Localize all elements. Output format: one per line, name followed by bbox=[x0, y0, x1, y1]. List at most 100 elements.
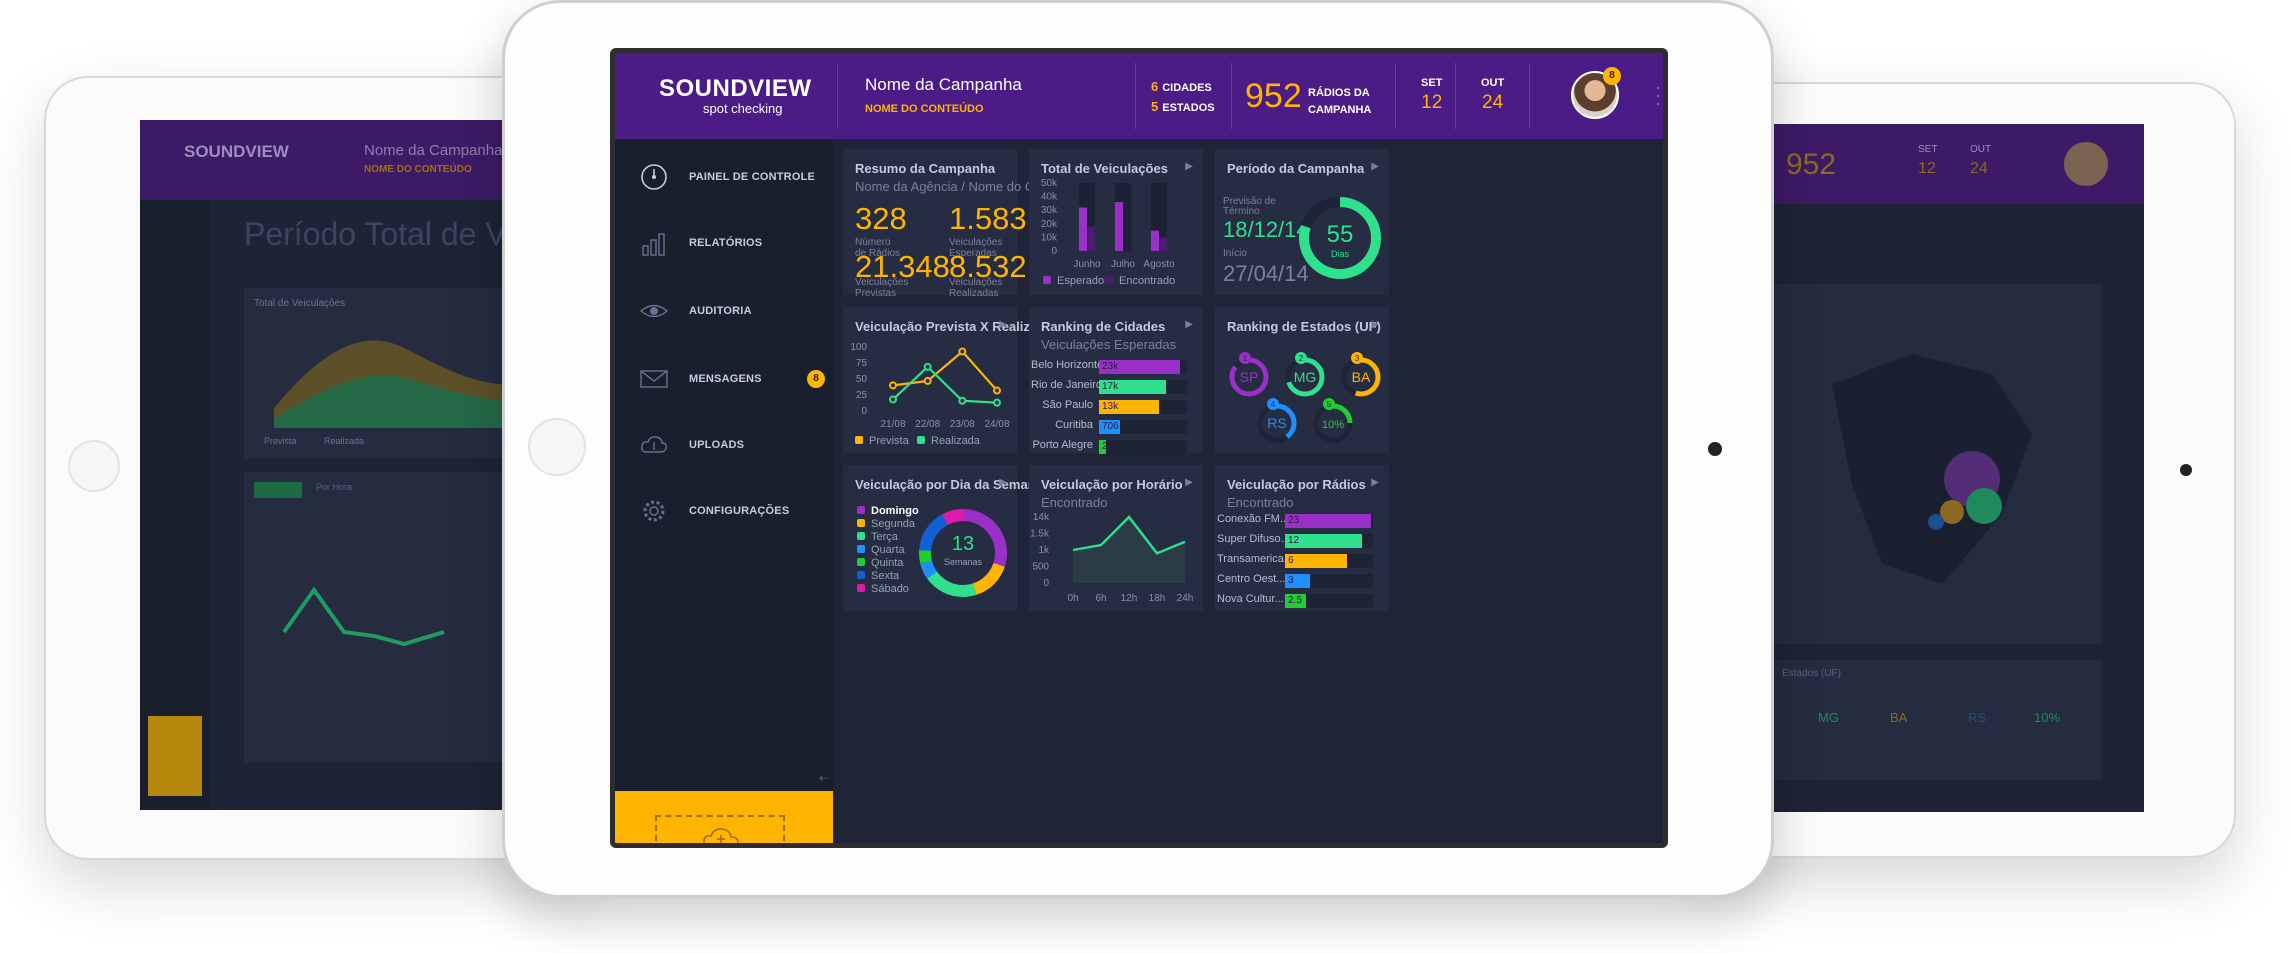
more-menu-icon[interactable]: · · · bbox=[1655, 78, 1661, 112]
month-end[interactable]: OUT 24 bbox=[1481, 77, 1504, 114]
legend-swatch bbox=[857, 519, 865, 527]
background-screen-right: 952 SET 12 OUT 24 Estados (UF) MG BA RS … bbox=[1772, 124, 2144, 812]
y-tick-label: 20k bbox=[1041, 219, 1058, 230]
bar-row[interactable]: Transamerica... 6 bbox=[1215, 553, 1389, 569]
start-date-label: Início bbox=[1223, 248, 1247, 259]
sidebar-item-uploads[interactable]: UPLOADS bbox=[639, 425, 829, 465]
panel-expand-icon[interactable]: ▶ bbox=[1371, 161, 1379, 172]
x-tick-label: 21/08 bbox=[880, 419, 905, 430]
bg-right-state-1: MG bbox=[1818, 710, 1839, 725]
envelope-icon bbox=[640, 370, 668, 388]
sidebar-item-configuracoes[interactable]: CONFIGURAÇÕES bbox=[639, 491, 829, 531]
y-tick-label: 30k bbox=[1041, 205, 1058, 216]
cloud-upload-icon bbox=[641, 436, 667, 453]
weekday-legend-item: Sábado bbox=[857, 583, 909, 595]
bar-track: 3 bbox=[1285, 574, 1373, 588]
bar-value: 24 bbox=[1102, 441, 1114, 452]
radios-label-line-2: CAMPANHA bbox=[1308, 104, 1372, 116]
y-tick-label: 0 bbox=[1051, 246, 1057, 257]
panel-subtitle: Veiculações Esperadas bbox=[1041, 337, 1177, 352]
bar-row[interactable]: Super Difuso... 12 bbox=[1215, 533, 1389, 549]
weeks-label: Semanas bbox=[943, 557, 983, 567]
y-tick-label: 1k bbox=[1038, 545, 1050, 556]
legend-esperado: Esperado bbox=[1043, 275, 1104, 287]
month-end-label: OUT bbox=[1481, 77, 1505, 89]
bg-right-month-1: SET bbox=[1918, 144, 1938, 155]
panel-title: Veiculação por Dia da Semana bbox=[855, 477, 1043, 492]
panel-resumo-labels: Veiculações Previstas Veiculações Realizad… bbox=[843, 277, 1017, 299]
notification-badge[interactable]: 8 bbox=[1603, 67, 1621, 85]
weekday-label: Domingo bbox=[871, 505, 919, 517]
kpi-label-line: Previstas bbox=[855, 288, 897, 299]
bar-row[interactable]: Rio de Janeiro 17k bbox=[1029, 379, 1203, 395]
panel-expand-icon[interactable]: ▶ bbox=[1371, 477, 1379, 488]
sidebar-item-painel[interactable]: PAINEL DE CONTROLE bbox=[639, 157, 829, 197]
sidebar-item-mensagens[interactable]: MENSAGENS 8 bbox=[639, 359, 829, 399]
collapse-sidebar-icon[interactable]: ⇠ bbox=[819, 771, 829, 785]
end-date-label-line: Término bbox=[1223, 206, 1260, 217]
data-point bbox=[993, 386, 1001, 395]
bg-left-heading: Período Total de V bbox=[244, 216, 507, 252]
bar-fill bbox=[1285, 554, 1347, 568]
panel-title: Período da Campanha bbox=[1227, 161, 1365, 176]
days-label: Dias bbox=[1330, 249, 1349, 259]
camera-main bbox=[1708, 442, 1722, 456]
panel-horario: Veiculação por Horário Encontrado ▶ 0 500… bbox=[1029, 465, 1203, 611]
y-tick-label: 10k bbox=[1041, 232, 1058, 243]
content-name[interactable]: NOME DO CONTEÚDO bbox=[865, 103, 984, 115]
x-tick-label: 0h bbox=[1067, 593, 1078, 604]
x-tick-label: Julho bbox=[1111, 259, 1135, 270]
bar-label: Nova Cultur... bbox=[1217, 593, 1284, 605]
legend-swatch bbox=[855, 436, 863, 444]
bar-row[interactable]: Nova Cultur... 2.5 bbox=[1215, 593, 1389, 609]
brand-logo[interactable]: SOUNDVIEW spot checking bbox=[659, 75, 812, 116]
campaign-name[interactable]: Nome da Campanha bbox=[865, 75, 1022, 95]
bg-right-states-title: Estados (UF) bbox=[1782, 668, 1841, 679]
bar-row[interactable]: São Paulo 13k bbox=[1029, 399, 1203, 415]
panel-expand-icon[interactable]: ▶ bbox=[999, 477, 1007, 488]
data-point bbox=[923, 362, 932, 371]
bg-right-radios: 952 bbox=[1786, 148, 1837, 181]
bg-left-sub: NOME DO CONTEÚDO bbox=[364, 164, 472, 175]
panel-expand-icon[interactable]: ▶ bbox=[1185, 319, 1193, 330]
data-point bbox=[889, 395, 897, 404]
bar-row[interactable]: Centro Oest... 3 bbox=[1215, 573, 1389, 589]
bar-row[interactable]: Conexão FM... 23 bbox=[1215, 513, 1389, 529]
state-label: SP bbox=[1240, 369, 1259, 385]
month-end-day: 24 bbox=[1482, 92, 1504, 113]
sidebar-item-label: CONFIGURAÇÕES bbox=[689, 505, 790, 517]
panel-dia-semana: Veiculação por Dia da Semana ▶ Domingo Se… bbox=[843, 465, 1043, 611]
cities-stat: 6 CIDADES bbox=[1151, 79, 1212, 94]
bar-value: 6 bbox=[1288, 555, 1294, 566]
sidebar-item-auditoria[interactable]: AUDITORIA bbox=[639, 291, 829, 331]
state-rank: 5 bbox=[1327, 400, 1332, 409]
legend-swatch bbox=[857, 545, 865, 553]
weekday-legend-item: Domingo bbox=[857, 505, 919, 517]
bar-row[interactable]: Porto Alegre 24 bbox=[1029, 439, 1203, 455]
kpi-label-line: Veiculações bbox=[855, 277, 909, 288]
sidebar-item-relatorios[interactable]: RELATÓRIOS bbox=[639, 223, 829, 263]
bar-track: 6 bbox=[1285, 554, 1373, 568]
legend-label: Encontrado bbox=[1119, 275, 1176, 287]
sidebar-item-label: MENSAGENS bbox=[689, 373, 762, 385]
state-rank: 1 bbox=[1243, 354, 1248, 363]
panel-title: Resumo da Campanha bbox=[855, 161, 996, 176]
home-button-main[interactable] bbox=[528, 418, 586, 476]
bar-row[interactable]: Belo Horizonte 23k bbox=[1029, 359, 1203, 375]
bar-track: 17k bbox=[1099, 380, 1187, 394]
cities-count: 6 bbox=[1151, 79, 1159, 94]
weekday-legend-item: Quinta bbox=[857, 557, 903, 569]
background-screen-left: SOUNDVIEW Nome da Campanha NOME DO CONTE… bbox=[140, 120, 560, 810]
bar-label: Belo Horizonte bbox=[1031, 359, 1104, 371]
bar-track: 23 bbox=[1285, 514, 1373, 528]
month-start[interactable]: SET 12 bbox=[1421, 77, 1442, 114]
bg-left-title: Nome da Campanha bbox=[364, 142, 503, 159]
upload-box[interactable] bbox=[655, 815, 785, 843]
panel-resumo: Resumo da Campanha Nome da Agência / Nom… bbox=[843, 149, 1065, 295]
legend-encontrado: Encontrado bbox=[1105, 275, 1175, 287]
weekday-label: Segunda bbox=[871, 518, 916, 530]
bar-esperado bbox=[1079, 207, 1087, 251]
bar-row[interactable]: Curitiba 706 bbox=[1029, 419, 1203, 435]
upload-dropzone[interactable] bbox=[615, 791, 833, 843]
weekday-legend-item: Segunda bbox=[857, 518, 915, 530]
